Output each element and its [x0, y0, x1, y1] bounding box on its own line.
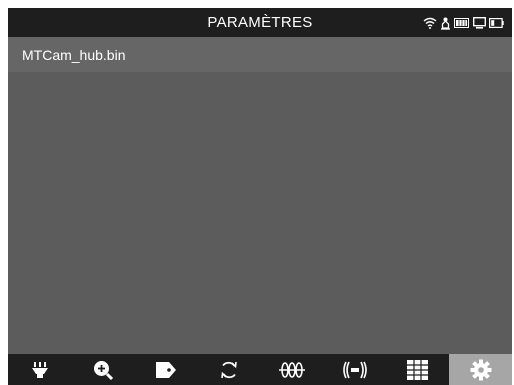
filter-icon	[278, 361, 305, 379]
bottom-toolbar	[8, 354, 512, 385]
flashlight-button[interactable]	[8, 354, 71, 385]
zoom-in-icon	[93, 360, 113, 380]
status-bar	[423, 15, 504, 30]
content-area: MTCam_hub.bin	[8, 37, 512, 354]
battery-low-icon	[489, 17, 504, 28]
gear-icon	[470, 359, 492, 381]
file-name: MTCam_hub.bin	[22, 47, 126, 63]
rotate-icon	[219, 360, 239, 380]
settings-button[interactable]	[449, 354, 512, 385]
location-icon	[440, 16, 451, 30]
battery-full-icon	[454, 17, 470, 28]
flashlight-icon	[31, 361, 49, 379]
wifi-icon	[423, 17, 437, 29]
rotate-button[interactable]	[197, 354, 260, 385]
tag-button[interactable]	[134, 354, 197, 385]
device-screen: PARAMÈTRES MTCam_hub.bin	[8, 8, 512, 385]
list-item[interactable]: MTCam_hub.bin	[8, 37, 512, 72]
screen-icon	[473, 16, 486, 29]
zoom-button[interactable]	[71, 354, 134, 385]
grid-icon	[407, 359, 428, 380]
vibration-button[interactable]	[323, 354, 386, 385]
filter-button[interactable]	[260, 354, 323, 385]
tag-icon	[155, 361, 177, 379]
header-bar: PARAMÈTRES	[8, 8, 512, 37]
grid-button[interactable]	[386, 354, 449, 385]
vibration-icon	[342, 361, 367, 379]
